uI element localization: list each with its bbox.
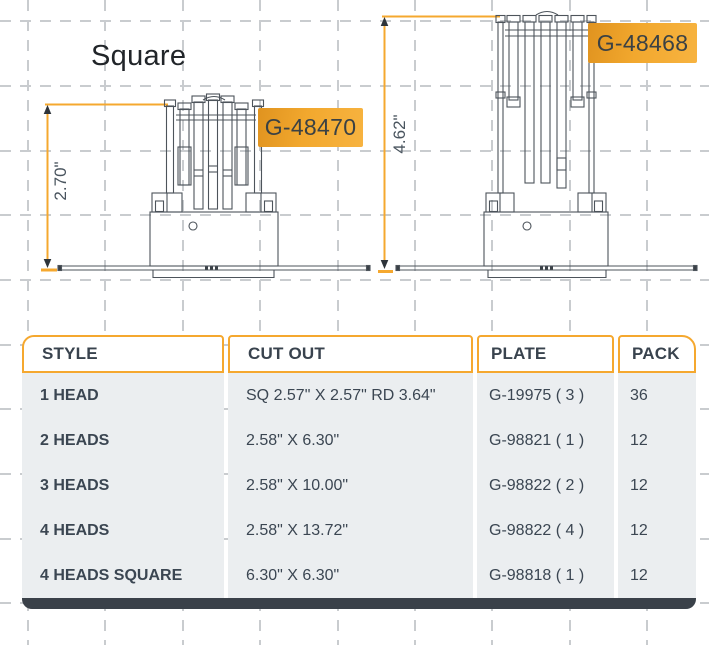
cell-pack: 36 bbox=[618, 373, 696, 418]
cell-cutout: SQ 2.57" X 2.57" RD 3.64" bbox=[228, 373, 473, 418]
cell-plate: G-98821 ( 1 ) bbox=[477, 418, 614, 463]
page-title: Square bbox=[91, 40, 186, 73]
column-header-plate: PLATE bbox=[477, 335, 614, 373]
spec-table: STYLE CUT OUT PLATE PACK 1 HEAD SQ 2.57"… bbox=[22, 335, 696, 609]
cell-cutout: 2.58" X 6.30" bbox=[228, 418, 473, 463]
cell-style: 4 HEADS SQUARE bbox=[22, 553, 224, 598]
cell-plate: G-98818 ( 1 ) bbox=[477, 553, 614, 598]
dimension-label-right: 4.62" bbox=[390, 102, 410, 166]
cell-cutout: 2.58" X 13.72" bbox=[228, 508, 473, 553]
cell-cutout: 6.30" X 6.30" bbox=[228, 553, 473, 598]
dimension-label-left: 2.70" bbox=[51, 149, 71, 213]
cell-plate: G-98822 ( 4 ) bbox=[477, 508, 614, 553]
cell-style: 1 HEAD bbox=[22, 373, 224, 418]
spec-sheet: Square 2.70" 4.62" G-48470 G-48468 STYLE… bbox=[0, 0, 709, 645]
cell-pack: 12 bbox=[618, 418, 696, 463]
table-header-row: STYLE CUT OUT PLATE PACK bbox=[22, 335, 696, 373]
cell-style: 2 HEADS bbox=[22, 418, 224, 463]
table-body: 1 HEAD SQ 2.57" X 2.57" RD 3.64" G-19975… bbox=[22, 373, 696, 598]
table-bottom-bar bbox=[22, 598, 696, 609]
cell-style: 4 HEADS bbox=[22, 508, 224, 553]
cell-cutout: 2.58" X 10.00" bbox=[228, 463, 473, 508]
table-row: 3 HEADS 2.58" X 10.00" G-98822 ( 2 ) 12 bbox=[22, 463, 696, 508]
table-row: 1 HEAD SQ 2.57" X 2.57" RD 3.64" G-19975… bbox=[22, 373, 696, 418]
table-row: 4 HEADS SQUARE 6.30" X 6.30" G-98818 ( 1… bbox=[22, 553, 696, 598]
cell-plate: G-98822 ( 2 ) bbox=[477, 463, 614, 508]
column-header-pack: PACK bbox=[618, 335, 696, 373]
table-row: 2 HEADS 2.58" X 6.30" G-98821 ( 1 ) 12 bbox=[22, 418, 696, 463]
cell-pack: 12 bbox=[618, 463, 696, 508]
cell-pack: 12 bbox=[618, 553, 696, 598]
cell-style: 3 HEADS bbox=[22, 463, 224, 508]
table-row: 4 HEADS 2.58" X 13.72" G-98822 ( 4 ) 12 bbox=[22, 508, 696, 553]
cell-plate: G-19975 ( 3 ) bbox=[477, 373, 614, 418]
product-code-badge-right: G-48468 bbox=[588, 23, 697, 63]
product-code-badge-left: G-48470 bbox=[258, 108, 363, 147]
cell-pack: 12 bbox=[618, 508, 696, 553]
column-header-cutout: CUT OUT bbox=[228, 335, 473, 373]
column-header-style: STYLE bbox=[22, 335, 224, 373]
